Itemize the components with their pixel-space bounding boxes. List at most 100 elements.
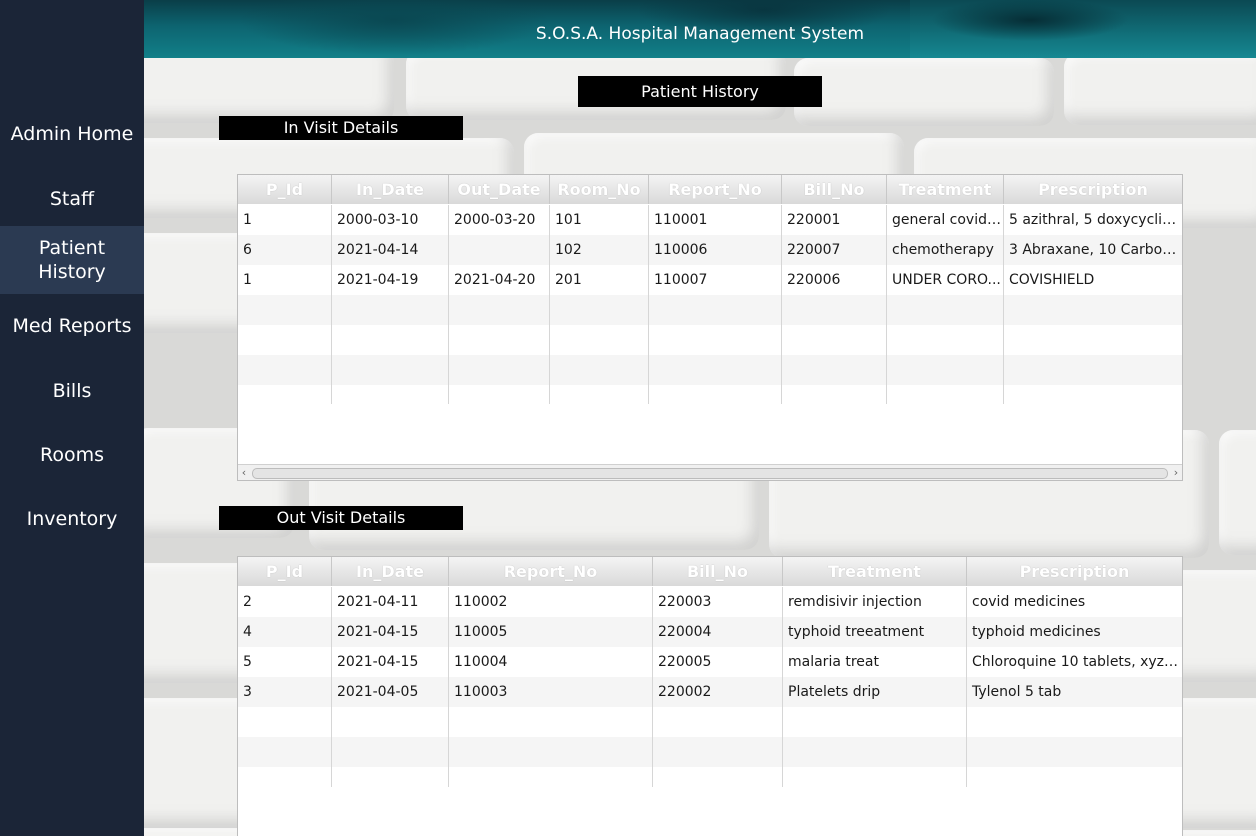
table-row[interactable]: 2 2021-04-11 110002 220003 remdisivir in… (238, 587, 1182, 617)
cell: 2021-04-15 (332, 647, 449, 677)
cell: Tylenol 5 tab (972, 684, 1062, 700)
in-visit-horizontal-scrollbar[interactable]: ‹ › (238, 464, 1182, 480)
cell: 220006 (782, 265, 887, 295)
cell: Chloroquine 10 tablets, xyz ta... (972, 654, 1182, 670)
cell: 110001 (649, 205, 782, 235)
brick-bg (794, 58, 1054, 126)
cell: 102 (550, 235, 649, 265)
cell: 220004 (653, 617, 783, 647)
table-row[interactable]: 3 2021-04-05 110003 220002 Platelets dri… (238, 677, 1182, 707)
table-row[interactable]: 5 2021-04-15 110004 220005 malaria treat… (238, 647, 1182, 677)
column-header-in-date[interactable]: In_Date (332, 557, 449, 586)
cell: COVISHIELD (1009, 272, 1095, 288)
nav-staff[interactable]: Staff (0, 181, 144, 217)
cell: 110003 (449, 677, 653, 707)
nav-bills[interactable]: Bills (0, 373, 144, 409)
empty-row (238, 737, 1182, 767)
nav-label: Med Reports (12, 315, 132, 337)
empty-row (238, 325, 1182, 355)
cell: malaria treat (783, 647, 967, 677)
nav-admin-home[interactable]: Admin Home (0, 116, 144, 152)
page-title: Patient History (578, 76, 822, 107)
cell: 2021-04-15 (332, 617, 449, 647)
column-header-report-no[interactable]: Report_No (449, 557, 653, 586)
cell: 2021-04-19 (332, 265, 449, 295)
nav-med-reports[interactable]: Med Reports (0, 308, 144, 344)
nav-label: Rooms (39, 444, 104, 466)
cell: general covid ... (887, 205, 1004, 235)
column-header-report-no[interactable]: Report_No (649, 175, 782, 204)
cell: 220002 (653, 677, 783, 707)
column-header-prescription[interactable]: Prescription (1004, 175, 1182, 204)
table-row[interactable]: 1 2000-03-10 2000-03-20 101 110001 22000… (238, 205, 1182, 235)
header-banner: S.O.S.A. Hospital Management System (144, 0, 1256, 58)
cell: 1 (238, 265, 332, 295)
column-header-room-no[interactable]: Room_No (550, 175, 649, 204)
sidebar: Admin Home Staff Patient History Med Rep… (0, 0, 144, 836)
cell: 110005 (449, 617, 653, 647)
cell: 110004 (449, 647, 653, 677)
column-header-bill-no[interactable]: Bill_No (782, 175, 887, 204)
cell: 220003 (653, 587, 783, 617)
brick-bg (1219, 430, 1256, 555)
cell (449, 235, 550, 265)
empty-row (238, 295, 1182, 325)
table-body: 1 2000-03-10 2000-03-20 101 110001 22000… (238, 205, 1182, 404)
nav-label: Inventory (26, 508, 118, 530)
column-header-p-id[interactable]: P_Id (238, 175, 332, 204)
cell: 110007 (649, 265, 782, 295)
nav-patient-history[interactable]: Patient History (0, 226, 144, 294)
cell: 5 (238, 647, 332, 677)
column-header-out-date[interactable]: Out_Date (449, 175, 550, 204)
cell: 101 (550, 205, 649, 235)
nav-label: Staff (49, 188, 95, 210)
nav-label-line1: Patient (38, 237, 106, 259)
cell: 2021-04-14 (332, 235, 449, 265)
cell: Platelets drip (783, 677, 967, 707)
nav-inventory[interactable]: Inventory (0, 501, 144, 537)
column-header-treatment[interactable]: Treatment (783, 557, 967, 586)
cell: 6 (238, 235, 332, 265)
out-visit-table[interactable]: P_Id In_Date Report_No Bill_No Treatment… (237, 556, 1183, 836)
column-header-p-id[interactable]: P_Id (238, 557, 332, 586)
cell: 5 azithral, 5 doxycycline,... (1009, 212, 1182, 228)
nav-label-line2: History (38, 261, 106, 283)
main-content: Patient History In Visit Details P_Id In… (144, 58, 1256, 836)
cell: UNDER CORO... (887, 265, 1004, 295)
scrollbar-thumb[interactable] (252, 468, 1168, 479)
nav-label: Bills (52, 380, 92, 402)
column-header-prescription[interactable]: Prescription (967, 557, 1182, 586)
cell: 2 (238, 587, 332, 617)
cell: 1 (238, 205, 332, 235)
nav-label: Admin Home (10, 123, 134, 145)
cell: 110002 (449, 587, 653, 617)
empty-row (238, 355, 1182, 385)
chevron-right-icon[interactable]: › (1170, 465, 1182, 480)
brick-bg (144, 58, 394, 123)
column-header-in-date[interactable]: In_Date (332, 175, 449, 204)
table-body: 2 2021-04-11 110002 220003 remdisivir in… (238, 587, 1182, 787)
cell: 220005 (653, 647, 783, 677)
cell: typhoid treeatment (783, 617, 967, 647)
table-row[interactable]: 1 2021-04-19 2021-04-20 201 110007 22000… (238, 265, 1182, 295)
cell: 3 (238, 677, 332, 707)
column-header-bill-no[interactable]: Bill_No (653, 557, 783, 586)
in-visit-table[interactable]: P_Id In_Date Out_Date Room_No Report_No … (237, 174, 1183, 481)
cell: 3 Abraxane, 10 Carbopl... (1009, 242, 1182, 258)
chevron-left-icon[interactable]: ‹ (238, 465, 250, 480)
brick-bg (1064, 58, 1256, 125)
cell: 2021-04-05 (332, 677, 449, 707)
nav-rooms[interactable]: Rooms (0, 437, 144, 473)
cell: chemotherapy (887, 235, 1004, 265)
cell: 201 (550, 265, 649, 295)
cell: covid medicines (972, 594, 1086, 610)
cell: 2000-03-10 (332, 205, 449, 235)
table-row[interactable]: 6 2021-04-14 102 110006 220007 chemother… (238, 235, 1182, 265)
out-visit-heading: Out Visit Details (219, 506, 463, 530)
cell: remdisivir injection (783, 587, 967, 617)
column-header-treatment[interactable]: Treatment (887, 175, 1004, 204)
cell: 2021-04-11 (332, 587, 449, 617)
table-row[interactable]: 4 2021-04-15 110005 220004 typhoid treea… (238, 617, 1182, 647)
empty-row (238, 767, 1182, 787)
cell: 2021-04-20 (449, 265, 550, 295)
